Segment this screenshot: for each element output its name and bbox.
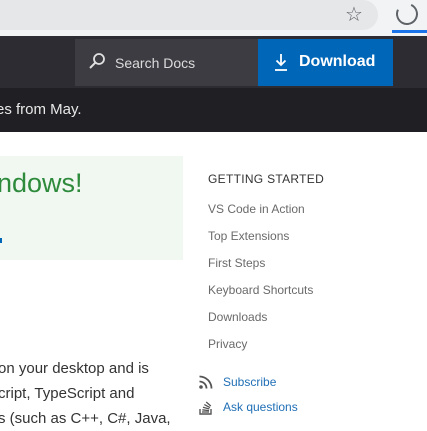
address-bar[interactable] bbox=[0, 0, 378, 30]
search-icon bbox=[89, 53, 105, 69]
rss-icon bbox=[199, 375, 213, 389]
paragraph-line: s (such as C++, C#, Java, bbox=[0, 410, 171, 427]
active-tab-indicator bbox=[392, 30, 427, 33]
hero-title: ndows! bbox=[0, 168, 83, 198]
subscribe-label: Subscribe bbox=[223, 375, 277, 389]
sidebar-item-first-steps[interactable]: First Steps bbox=[208, 256, 313, 283]
ask-questions-label: Ask questions bbox=[223, 400, 298, 414]
paragraph-line: cript, TypeScript and bbox=[0, 385, 135, 402]
intro-paragraph: on your desktop and is cript, TypeScript… bbox=[0, 356, 173, 431]
hero-link[interactable] bbox=[0, 238, 2, 243]
star-icon[interactable]: ☆ bbox=[343, 2, 365, 26]
loading-spinner-icon bbox=[392, 0, 422, 29]
sidebar-item-keyboard-shortcuts[interactable]: Keyboard Shortcuts bbox=[208, 283, 313, 310]
sidebar-item-downloads[interactable]: Downloads bbox=[208, 310, 313, 337]
sidebar-item-vs-code-in-action[interactable]: VS Code in Action bbox=[208, 202, 313, 229]
sidebar-heading: GETTING STARTED bbox=[208, 172, 325, 186]
search-input[interactable]: Search Docs bbox=[115, 55, 195, 71]
search-box[interactable]: Search Docs bbox=[75, 39, 258, 86]
paragraph-line: on your desktop and is bbox=[0, 360, 149, 377]
browser-toolbar: ☆ bbox=[0, 0, 427, 36]
sidebar-nav: VS Code in Action Top Extensions First S… bbox=[208, 202, 313, 364]
sidebar-item-privacy[interactable]: Privacy bbox=[208, 337, 313, 364]
download-button[interactable]: Download bbox=[258, 39, 393, 86]
announcement-banner: es from May. bbox=[0, 88, 427, 132]
stack-overflow-icon bbox=[199, 401, 212, 415]
sidebar-item-top-extensions[interactable]: Top Extensions bbox=[208, 229, 313, 256]
download-label: Download bbox=[299, 53, 376, 70]
download-arrow-icon bbox=[275, 54, 287, 71]
banner-text: es from May. bbox=[0, 101, 82, 118]
